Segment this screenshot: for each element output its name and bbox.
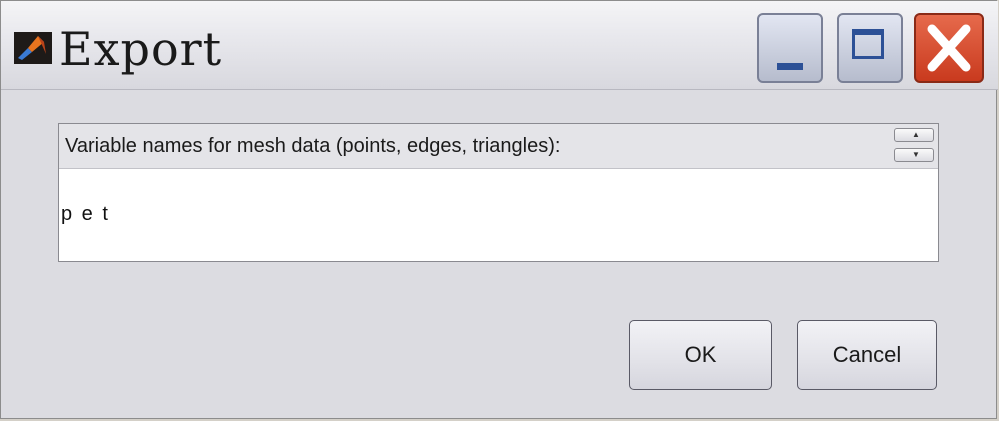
minimize-button[interactable] bbox=[757, 13, 823, 83]
maximize-icon bbox=[852, 29, 884, 59]
close-button[interactable] bbox=[914, 13, 984, 83]
cancel-button[interactable]: Cancel bbox=[797, 320, 937, 390]
panel-header: Variable names for mesh data (points, ed… bbox=[59, 124, 938, 169]
spin-down-icon: ▼ bbox=[912, 150, 920, 159]
export-dialog: Export Variable names for mesh data (poi… bbox=[0, 0, 998, 419]
close-icon bbox=[927, 24, 971, 72]
variable-names-label: Variable names for mesh data (points, ed… bbox=[65, 135, 561, 157]
minimize-icon bbox=[777, 63, 803, 70]
variable-names-panel: Variable names for mesh data (points, ed… bbox=[58, 123, 939, 262]
spin-down-button[interactable]: ▼ bbox=[894, 148, 934, 162]
variable-names-field[interactable]: p e t bbox=[61, 202, 110, 226]
matlab-logo-icon bbox=[14, 32, 52, 64]
window-title: Export bbox=[59, 22, 223, 76]
title-bar[interactable]: Export bbox=[1, 1, 998, 90]
spin-up-icon: ▲ bbox=[912, 130, 920, 139]
maximize-button[interactable] bbox=[837, 13, 903, 83]
spin-up-button[interactable]: ▲ bbox=[894, 128, 934, 142]
ok-button[interactable]: OK bbox=[629, 320, 772, 390]
